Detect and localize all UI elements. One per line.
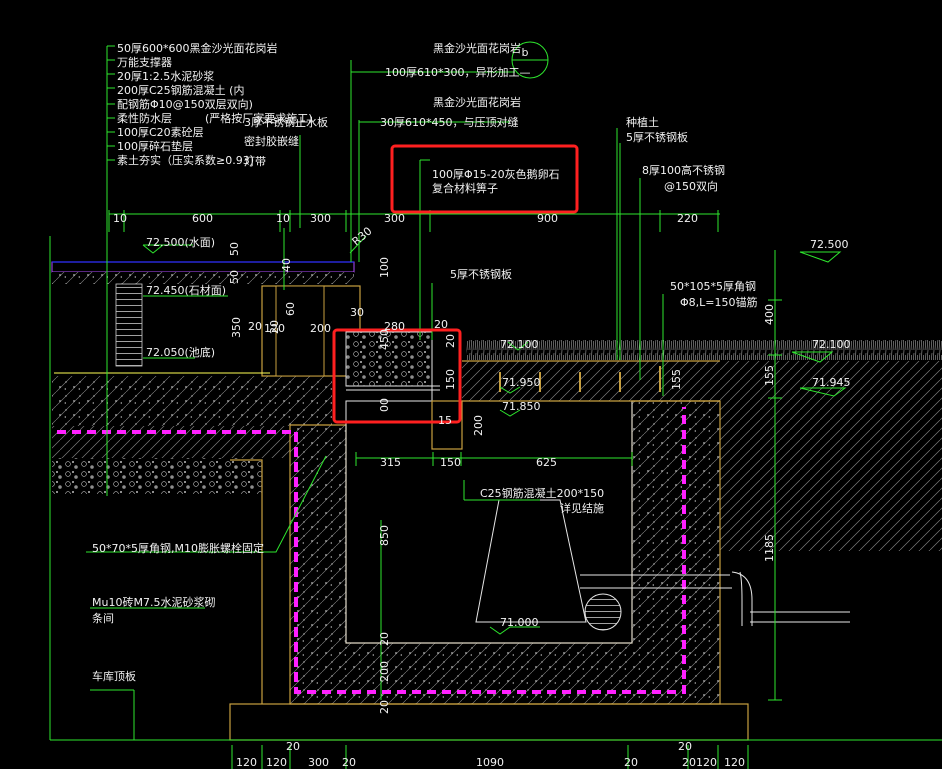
granite-b-title: 黑金沙光面花岗岩 [433, 95, 521, 109]
mid-steel-plate-label: 5厚不锈钢板 [450, 267, 512, 281]
layer-6: 柔性防水层 [117, 111, 172, 125]
detail-dash: — [520, 66, 531, 79]
dim: 20 [378, 632, 391, 646]
dim: 30 [350, 306, 364, 319]
dim: 20 [248, 320, 262, 333]
elev-71950: 71.950 [502, 376, 541, 389]
elev-pool-bottom: 72.050(池底) [146, 345, 215, 359]
concrete-spec-label: C25钢筋混凝土200*150 [480, 486, 604, 500]
layer-2: 万能支撑器 [117, 55, 172, 69]
bottom-dim: 20 [342, 756, 356, 769]
layer-1: 50厚600*600黑金沙光面花岗岩 [117, 41, 278, 55]
angle-steel-spec-1: 50*105*5厚角钢 [670, 280, 756, 293]
dim: 15 [438, 414, 452, 427]
dim: 100 [378, 257, 391, 278]
bottom-dim: 300 [308, 756, 329, 769]
bottom-dim: 20 [682, 756, 696, 769]
bottom-dim: 120 [696, 756, 717, 769]
bottom-dim: 20 [286, 740, 300, 753]
detail-letter: b [522, 46, 529, 59]
dim: 200 [378, 661, 391, 682]
dim: 155 [763, 365, 776, 386]
bottom-dim: 120 [724, 756, 745, 769]
dim: 20 [444, 334, 457, 348]
dim: 450 [378, 329, 391, 350]
light-strip-label: 灯带 [244, 155, 266, 168]
elev-water-surface: 72.500(水面) [146, 236, 215, 249]
top-dim: 600 [192, 212, 213, 225]
bottom-dim: 1090 [476, 756, 504, 769]
drainage-detail-drawing: 50厚600*600黑金沙光面花岗岩 万能支撑器 20厚1:2.5水泥砂浆 20… [0, 0, 942, 769]
drain-pipe-circle [584, 593, 622, 631]
dim: 20 [434, 318, 448, 331]
elev-grass-a: 72.100 [500, 338, 539, 351]
dim: 40 [280, 258, 293, 272]
elev-71945: 71.945 [812, 376, 851, 389]
bottom-dim: 120 [236, 756, 257, 769]
elev-71850: 71.850 [502, 400, 541, 413]
soil-label: 种植土 [626, 115, 659, 129]
dim: 350 [230, 317, 243, 338]
steel-plate-label: 5厚不锈钢板 [626, 130, 688, 144]
top-dim: 300 [310, 212, 331, 225]
top-dim: 220 [677, 212, 698, 225]
elev-71000: 71.000 [500, 616, 539, 629]
dim: 400 [763, 304, 776, 325]
dim: 155 [670, 369, 683, 390]
dim: 50 [228, 242, 241, 256]
stone-support-block [115, 283, 143, 367]
layer-8: 100厚碎石垫层 [117, 139, 193, 153]
elev-right-top: 72.500 [810, 238, 849, 251]
granite-b-spec: 30厚610*450，与压顶对缝 [380, 115, 519, 129]
gravel-spec-1: 100厚Φ15-20灰色鹅卵石 [432, 167, 560, 181]
layer-3: 20厚1:2.5水泥砂浆 [117, 69, 214, 83]
dim: 20 [378, 700, 391, 714]
structure-note-label: 详见结施 [560, 501, 604, 515]
dim: 200 [310, 322, 331, 335]
granite-a-spec: 100厚610*300，异形加工 [385, 66, 520, 79]
manufacturer-note: (严格按厂家要求施工) [205, 111, 313, 125]
gravel-spec-2: 复合材料箅子 [432, 181, 498, 195]
steel-bar-spec-2: @150双向 [664, 179, 718, 193]
dim: 150 [444, 369, 457, 390]
dim: 60 [284, 302, 297, 316]
sealant-label: 密封胶嵌缝 [244, 134, 299, 148]
elev-stone-surface: 72.450(石材面) [146, 283, 226, 297]
elev-grass-b: 72.100 [812, 338, 851, 351]
dim: 150 [440, 456, 461, 469]
brick-note-1: Mu10砖M7.5水泥砂浆砌 [92, 595, 215, 609]
layer-9: 素土夯实（压实系数≥0.93） [117, 153, 261, 167]
layer-7: 100厚C20素砼层 [117, 126, 204, 139]
layer-4: 200厚C25钢筋混凝土 (内 [117, 83, 244, 97]
dim: 625 [536, 456, 557, 469]
angle-steel-note: 50*70*5厚角钢,M10膨胀螺栓固定 [92, 541, 264, 555]
dim: 120 [264, 322, 285, 335]
dim: 00 [378, 398, 391, 412]
top-dim: 900 [537, 212, 558, 225]
top-dim: 10 [276, 212, 290, 225]
top-dim: 10 [113, 212, 127, 225]
dim: 200 [472, 415, 485, 436]
granite-a-title: 黑金沙光面花岗岩 [433, 41, 521, 55]
steel-bar-spec-1: 8厚100高不锈钢 [642, 163, 725, 177]
angle-steel-spec-2: Φ8,L=150锚筋 [680, 295, 758, 309]
bottom-dim: 20 [678, 740, 692, 753]
top-dim: 300 [384, 212, 405, 225]
dim: 1185 [763, 534, 776, 562]
dim: 315 [380, 456, 401, 469]
dim: 850 [378, 525, 391, 546]
bottom-dim: 20 [624, 756, 638, 769]
dim: 50 [228, 270, 241, 284]
layer-5: 配钢筋Φ10@150双层双向) [117, 97, 253, 111]
bottom-dim: 120 [266, 756, 287, 769]
garage-roof-label: 车库顶板 [92, 669, 136, 683]
brick-note-2: 条间 [92, 611, 114, 625]
